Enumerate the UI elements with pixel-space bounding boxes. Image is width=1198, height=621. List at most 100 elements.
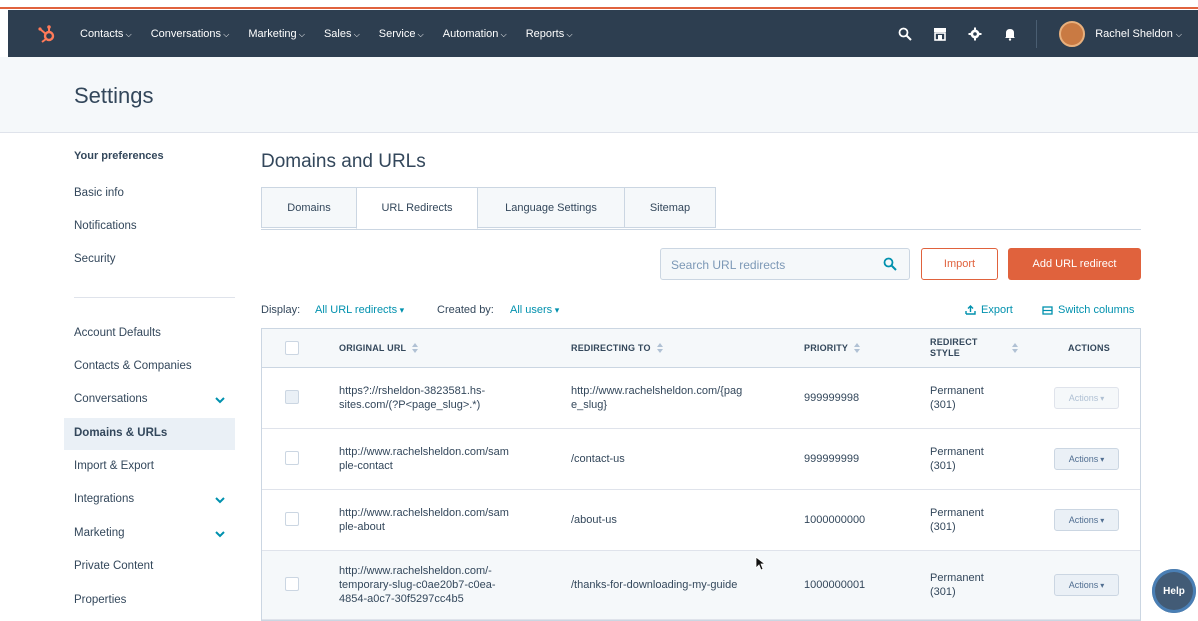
sidebar-item-contacts-companies[interactable]: Contacts & Companies [64, 351, 235, 383]
priority-cell: 1000000000 [804, 514, 866, 526]
column-header-label: REDIRECTING TO [571, 343, 651, 353]
actions-dropdown-button[interactable]: Actions [1054, 387, 1119, 409]
top-stripe [0, 0, 1198, 9]
chevron-down-icon [215, 531, 225, 538]
redirecting-to-cell: http://www.rachelsheldon.com/{pag e_slug… [571, 368, 781, 428]
redirect-style-cell: Permanent (301) [930, 551, 984, 619]
select-all-checkbox[interactable] [285, 341, 299, 355]
cell-line: 4854-a0c7-30f5297cc4b5 [339, 593, 464, 605]
original-url-cell: http://www.rachelsheldon.com/sam ple-abo… [339, 490, 539, 550]
tab-url-redirects[interactable]: URL Redirects [356, 187, 478, 229]
original-url-cell: http://www.rachelsheldon.com/sam ple-con… [339, 429, 539, 489]
nav-contacts[interactable]: Contacts [80, 28, 132, 40]
sidebar-item-security[interactable]: Security [64, 244, 235, 276]
hubspot-logo-icon[interactable] [36, 23, 58, 45]
marketplace-icon[interactable] [930, 24, 950, 44]
sidebar-item-account-defaults[interactable]: Account Defaults [64, 318, 235, 350]
table-row: http://www.rachelsheldon.com/sam ple-abo… [262, 490, 1140, 551]
column-header-original-url[interactable]: ORIGINAL URL [339, 329, 419, 367]
cell-line: ple-about [339, 521, 385, 533]
sidebar-item-domains-urls[interactable]: Domains & URLs [64, 418, 235, 450]
chevron-down-icon [215, 497, 225, 504]
user-avatar[interactable] [1059, 20, 1086, 47]
sidebar-item-label: Import & Export [74, 460, 154, 472]
sidebar-item-conversations[interactable]: Conversations [64, 384, 235, 416]
nav-conversations[interactable]: Conversations [151, 28, 230, 40]
redirecting-to-cell: /about-us [571, 514, 617, 526]
mouse-cursor-icon [755, 556, 765, 571]
cell-line: http://www.rachelsheldon.com/- [339, 565, 492, 577]
tab-sitemap[interactable]: Sitemap [624, 187, 716, 228]
actions-dropdown-button[interactable]: Actions [1054, 509, 1119, 531]
cell-line: http://www.rachelsheldon.com/sam [339, 507, 509, 519]
bell-icon[interactable] [1000, 24, 1020, 44]
help-button[interactable]: Help [1152, 569, 1196, 613]
sidebar-item-marketing[interactable]: Marketing [64, 518, 235, 550]
cell-line: Permanent [930, 446, 984, 458]
sidebar-item-label: Private Content [74, 560, 154, 572]
cell-line: (301) [930, 521, 956, 533]
priority-cell: 1000000001 [804, 579, 866, 591]
nav-sales[interactable]: Sales [324, 28, 360, 40]
user-menu[interactable]: Rachel Sheldon ⌵ [1095, 28, 1182, 40]
priority-cell: 999999999 [804, 453, 860, 465]
cell-line: Permanent [930, 572, 984, 584]
search-icon[interactable] [883, 257, 897, 271]
created-by-filter-dropdown[interactable]: All users [510, 304, 559, 316]
row-checkbox[interactable] [285, 512, 299, 526]
table-row: https?://rsheldon-3823581.hs- sites.com/… [262, 368, 1140, 429]
nav-service[interactable]: Service [379, 28, 424, 40]
nav-reports[interactable]: Reports [526, 28, 573, 40]
table-row: http://www.rachelsheldon.com/- temporary… [262, 551, 1140, 620]
gear-icon[interactable] [965, 24, 985, 44]
search-icon[interactable] [895, 24, 915, 44]
column-header-label: ORIGINAL URL [339, 343, 407, 353]
sidebar-item-integrations[interactable]: Integrations [64, 484, 235, 516]
redirecting-to-cell: /contact-us [571, 453, 625, 465]
switch-columns-button[interactable]: Switch columns [1042, 304, 1134, 316]
actions-dropdown-button[interactable]: Actions [1054, 574, 1119, 596]
page-title: Settings [74, 83, 154, 108]
tab-domains[interactable]: Domains [261, 187, 357, 228]
search-input[interactable] [669, 255, 873, 275]
sidebar-item-notifications[interactable]: Notifications [64, 211, 235, 243]
column-header-redirect-style[interactable]: REDIRECT STYLE [930, 329, 1020, 367]
export-icon [965, 304, 976, 315]
sidebar-item-private-content[interactable]: Private Content [64, 551, 235, 583]
column-header-redirecting-to[interactable]: REDIRECTING TO [571, 329, 663, 367]
cell-line: Permanent [930, 385, 984, 397]
display-filter-dropdown[interactable]: All URL redirects [315, 304, 404, 316]
redirect-style-cell: Permanent (301) [930, 429, 984, 489]
sidebar-item-label: Integrations [74, 493, 135, 505]
sidebar-item-properties[interactable]: Properties [64, 585, 235, 617]
nav-automation[interactable]: Automation [443, 28, 507, 40]
sidebar-item-import-export[interactable]: Import & Export [64, 451, 235, 483]
import-button[interactable]: Import [921, 248, 998, 280]
sort-icon [854, 343, 861, 353]
column-header-priority[interactable]: PRIORITY [804, 329, 861, 367]
actions-dropdown-button[interactable]: Actions [1054, 448, 1119, 470]
row-checkbox[interactable] [285, 451, 299, 465]
tab-bar: Domains URL Redirects Language Settings … [261, 187, 1141, 230]
redirecting-to-cell: /thanks-for-downloading-my-guide [571, 579, 738, 591]
sidebar-item-basic-info[interactable]: Basic info [64, 178, 235, 210]
sidebar-item-label: Basic info [74, 187, 124, 199]
search-box [660, 248, 910, 280]
export-button[interactable]: Export [965, 304, 1013, 316]
add-url-redirect-button[interactable]: Add URL redirect [1008, 248, 1141, 280]
section-heading: Domains and URLs [261, 151, 426, 172]
nav-right-controls: Rachel Sheldon ⌵ [880, 19, 1198, 48]
column-header-label-line: REDIRECT [930, 337, 978, 347]
sort-icon [656, 343, 663, 353]
cell-line: (301) [930, 586, 956, 598]
chevron-down-icon: ⌵ [1175, 29, 1182, 39]
sidebar-item-label: Properties [74, 594, 127, 606]
switch-columns-label: Switch columns [1058, 304, 1135, 316]
nav-separator [1036, 19, 1038, 48]
nav-marketing[interactable]: Marketing [248, 28, 305, 40]
sidebar-item-label: Contacts & Companies [74, 360, 192, 372]
tab-language-settings[interactable]: Language Settings [477, 187, 625, 228]
row-checkbox[interactable] [285, 577, 299, 591]
sidebar-item-label: Conversations [74, 393, 148, 405]
row-checkbox[interactable] [285, 390, 299, 404]
